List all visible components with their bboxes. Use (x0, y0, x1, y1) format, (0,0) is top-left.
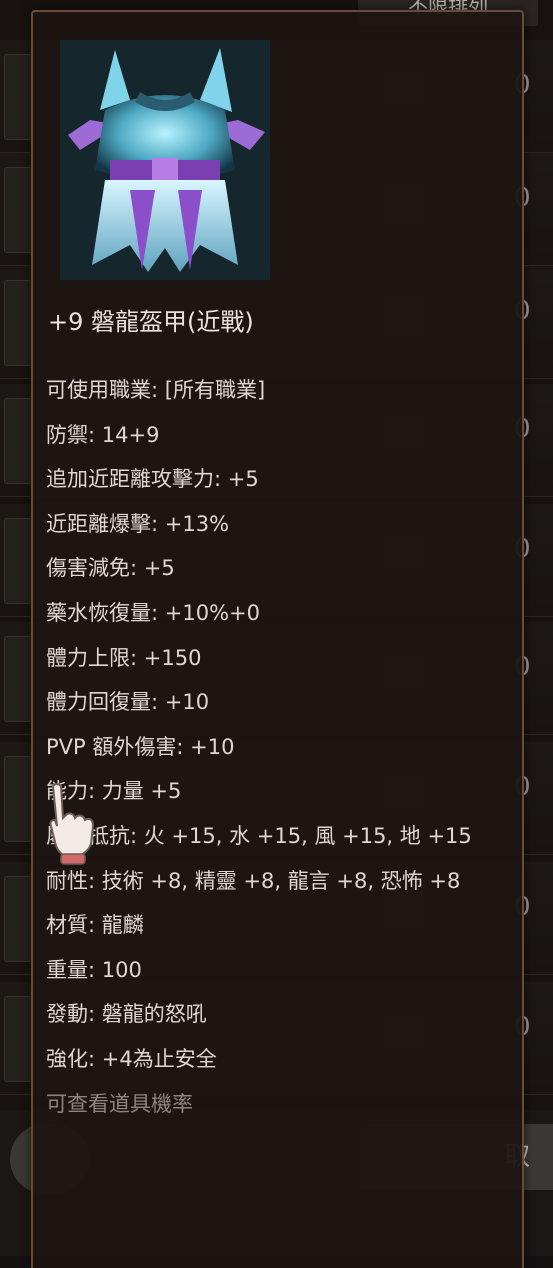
hand-cursor-icon (49, 783, 95, 865)
view-item-probability-link[interactable]: 可查看道具機率 (46, 1082, 516, 1127)
item-name: +9 磐龍盔甲(近戰) (48, 308, 254, 336)
stat-damage-reduction: 傷害減免: +5 (46, 556, 175, 581)
item-tooltip: +9 磐龍盔甲(近戰) 可使用職業: [所有職業] 防禦: 14+9 追加近距離… (31, 10, 524, 1268)
stat-ability: 能力: 力量 +5 (46, 779, 182, 804)
item-stats: 可使用職業: [所有職業] 防禦: 14+9 追加近距離攻擊力: +5 近距離爆… (46, 368, 516, 1126)
stat-melee-attack: 追加近距離攻擊力: +5 (46, 467, 259, 492)
stat-class: 可使用職業: [所有職業] (46, 378, 266, 402)
stat-activation: 發動: 磐龍的怒吼 (46, 1002, 207, 1027)
stat-hp-max: 體力上限: +150 (46, 645, 202, 670)
stat-tolerance: 耐性: 技術 +8, 精靈 +8, 龍言 +8, 恐怖 +8 (46, 868, 461, 893)
stat-potion-recovery: 藥水恢復量: +10%+0 (46, 600, 260, 625)
stat-material: 材質: 龍麟 (46, 913, 144, 938)
stat-pvp-damage: PVP 額外傷害: +10 (46, 734, 235, 759)
stat-melee-crit: 近距離爆擊: +13% (46, 511, 230, 536)
stat-defense: 防禦: 14+9 (46, 422, 160, 447)
stat-enchant-safe: 強化: +4為止安全 (46, 1046, 217, 1071)
stat-hp-regen: 體力回復量: +10 (46, 690, 210, 715)
stat-weight: 重量: 100 (46, 957, 142, 982)
dragon-armor-icon (60, 40, 270, 280)
stat-elemental-resist: 屬性抵抗: 火 +15, 水 +15, 風 +15, 地 +15 (46, 823, 472, 848)
